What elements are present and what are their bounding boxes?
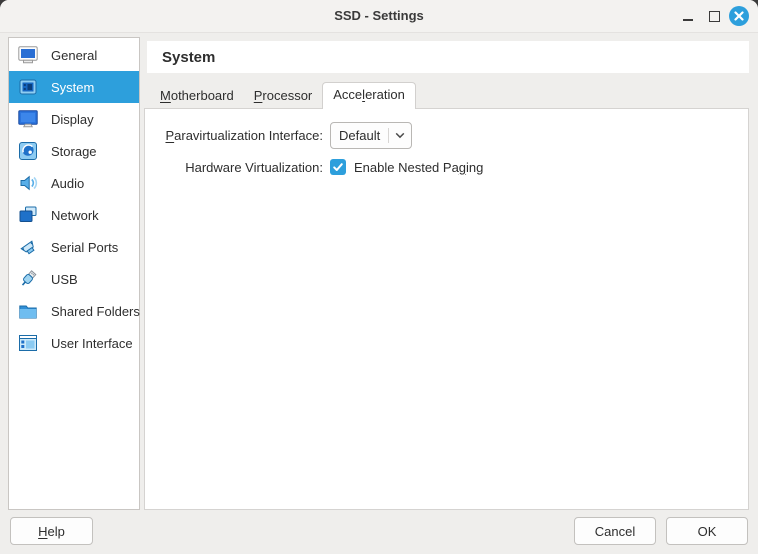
paravirtualization-label: Paravirtualization Interface: — [145, 128, 323, 143]
system-tabs: Motherboard Processor Acceleration — [150, 84, 416, 108]
usb-plug-icon — [17, 268, 39, 290]
sidebar-item-serial-ports[interactable]: Serial Ports — [9, 231, 139, 263]
hardware-virtualization-row: Hardware Virtualization: Enable Nested P… — [145, 159, 748, 175]
sidebar-item-label: General — [51, 48, 97, 63]
speaker-icon — [17, 172, 39, 194]
window-title: SSD - Settings — [0, 0, 758, 32]
sidebar-item-network[interactable]: Network — [9, 199, 139, 231]
display-icon — [17, 108, 39, 130]
sidebar-item-usb[interactable]: USB — [9, 263, 139, 295]
window-ui-icon — [17, 332, 39, 354]
sidebar-item-label: Serial Ports — [51, 240, 118, 255]
sidebar-item-audio[interactable]: Audio — [9, 167, 139, 199]
folder-icon — [17, 300, 39, 322]
nested-paging-checkbox[interactable] — [330, 159, 346, 175]
tab-processor[interactable]: Processor — [244, 84, 323, 108]
close-icon — [729, 6, 749, 26]
cancel-button[interactable]: Cancel — [574, 517, 656, 545]
sidebar-item-storage[interactable]: Storage — [9, 135, 139, 167]
sidebar-item-label: Display — [51, 112, 94, 127]
nested-paging-label: Enable Nested Paging — [354, 160, 483, 175]
sidebar-item-shared-folders[interactable]: Shared Folders — [9, 295, 139, 327]
hardware-virtualization-label: Hardware Virtualization: — [145, 160, 323, 175]
close-button[interactable] — [726, 0, 752, 32]
titlebar: SSD - Settings — [0, 0, 758, 33]
network-cards-icon — [17, 204, 39, 226]
page-title: System — [162, 49, 215, 66]
sidebar-item-label: Network — [51, 208, 99, 223]
acceleration-tab-panel: Paravirtualization Interface: Default Ha… — [144, 108, 749, 510]
minimize-button[interactable] — [676, 0, 700, 32]
sidebar-item-label: USB — [51, 272, 78, 287]
maximize-icon — [709, 11, 720, 22]
minimize-icon — [683, 19, 693, 21]
tab-motherboard[interactable]: Motherboard — [150, 84, 244, 108]
settings-category-list: General System — [8, 37, 140, 510]
sidebar-item-general[interactable]: General — [9, 39, 139, 71]
page-header: System — [147, 41, 749, 73]
sidebar-item-label: Shared Folders — [51, 304, 140, 319]
help-button[interactable]: Help — [10, 517, 93, 545]
paravirtualization-row: Paravirtualization Interface: Default — [145, 122, 748, 149]
sidebar-item-display[interactable]: Display — [9, 103, 139, 135]
maximize-button[interactable] — [702, 0, 726, 32]
paravirtualization-select[interactable]: Default — [330, 122, 412, 149]
sidebar-item-system[interactable]: System — [9, 71, 139, 103]
serial-port-icon — [17, 236, 39, 258]
sidebar-item-label: System — [51, 80, 94, 95]
hard-disk-icon — [17, 140, 39, 162]
paravirtualization-selected-value: Default — [331, 128, 388, 143]
monitor-icon — [17, 44, 39, 66]
sidebar-item-user-interface[interactable]: User Interface — [9, 327, 139, 359]
settings-window: SSD - Settings General — [0, 0, 758, 554]
sidebar-item-label: Storage — [51, 144, 97, 159]
sidebar-item-label: Audio — [51, 176, 84, 191]
chevron-down-icon — [389, 132, 411, 139]
sidebar-item-label: User Interface — [51, 336, 133, 351]
chipset-icon — [17, 76, 39, 98]
ok-button[interactable]: OK — [666, 517, 748, 545]
tab-acceleration[interactable]: Acceleration — [322, 82, 416, 109]
